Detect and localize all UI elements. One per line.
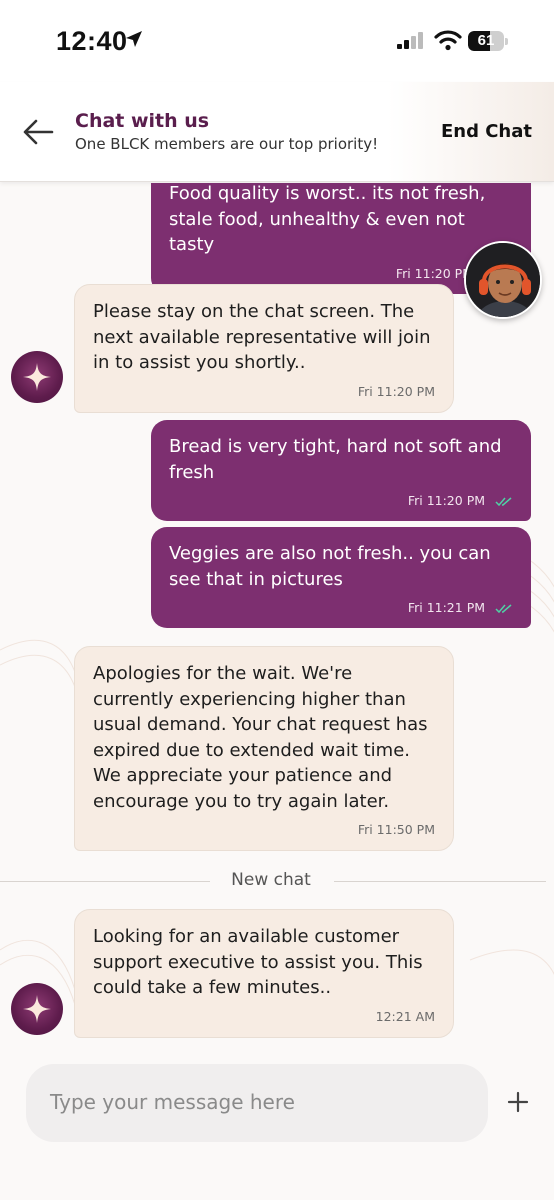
message-input-placeholder: Type your message here [50, 1090, 295, 1114]
message-time: Fri 11:20 PM [169, 493, 513, 509]
status-bar: 12:40 61 [0, 0, 554, 82]
read-ticks-icon [495, 496, 512, 506]
end-chat-button[interactable]: End Chat [441, 121, 532, 142]
message-text: Veggies are also not fresh.. you can see… [169, 543, 491, 590]
message-text: Looking for an available customer suppor… [93, 926, 423, 998]
message-input[interactable]: Type your message here [26, 1064, 488, 1142]
arrow-left-icon[interactable] [20, 116, 56, 148]
battery-icon: 61 [468, 31, 508, 51]
message-time: Fri 11:20 PM [395, 265, 473, 281]
message-text: Bread is very tight, hard not soft and f… [169, 436, 502, 483]
cellular-signal-icon [397, 32, 423, 49]
message-time: Fri 11:20 PM [357, 383, 435, 399]
location-arrow-icon [126, 31, 142, 47]
message-text: Apologies for the wait. We're currently … [93, 663, 428, 812]
chat-message-list[interactable]: Food quality is worst.. its not fresh, s… [0, 183, 554, 1048]
bot-avatar-icon [11, 983, 63, 1035]
plus-icon[interactable] [504, 1088, 532, 1116]
page-subtitle: One BLCK members are our top priority! [75, 135, 379, 153]
message-time: Fri 11:21 PM [169, 600, 513, 616]
message-text: Food quality is worst.. its not fresh, s… [169, 183, 486, 255]
wifi-icon [434, 30, 462, 51]
bot-avatar-icon [11, 351, 63, 403]
chat-header: Chat with us One BLCK members are our to… [0, 82, 554, 182]
message-time: Fri 11:50 PM [357, 822, 435, 837]
message-time: 12:21 AM [375, 1008, 435, 1024]
new-chat-divider: New chat [231, 870, 311, 890]
outgoing-message: Bread is very tight, hard not soft and f… [151, 420, 531, 521]
agent-avatar [464, 241, 542, 319]
status-time: 12:40 [56, 26, 128, 56]
incoming-message: Please stay on the chat screen. The next… [74, 284, 454, 413]
page-title: Chat with us [75, 110, 210, 132]
read-ticks-icon [495, 603, 512, 613]
message-text: Please stay on the chat screen. The next… [93, 301, 431, 373]
incoming-message: Looking for an available customer suppor… [74, 909, 454, 1038]
incoming-message: Apologies for the wait. We're currently … [74, 646, 454, 851]
battery-level: 61 [477, 32, 495, 49]
outgoing-message: Veggies are also not fresh.. you can see… [151, 527, 531, 628]
